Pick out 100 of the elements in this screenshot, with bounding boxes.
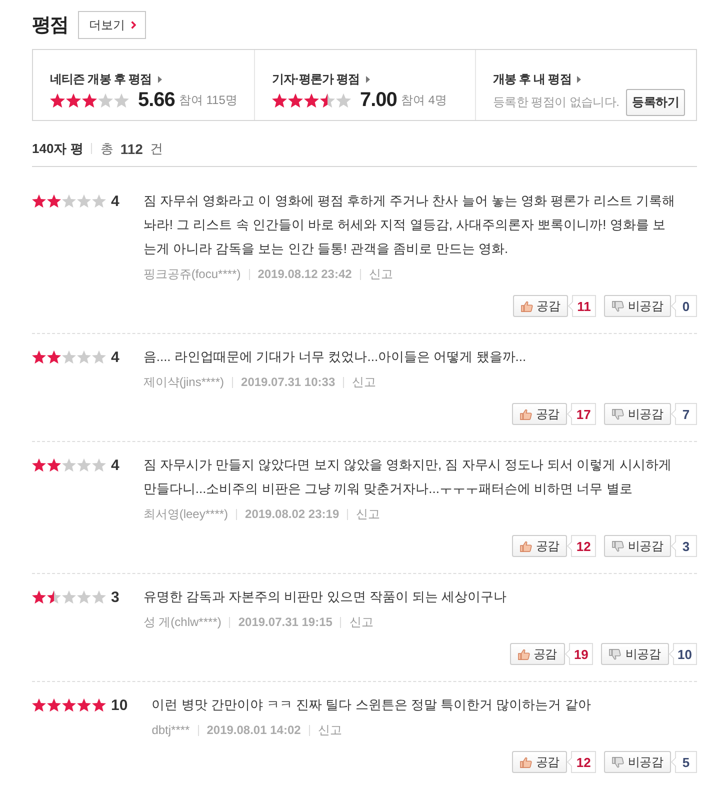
thumbs-down-icon	[612, 408, 624, 420]
agree-count: 17	[567, 403, 596, 425]
star-icon	[62, 350, 76, 364]
review-date: 2019.07.31 10:33	[241, 375, 336, 389]
star-icon	[62, 194, 76, 208]
star-icon	[77, 590, 91, 604]
disagree-count: 7	[671, 403, 697, 425]
review-author: 성 게(chlw****)	[143, 614, 222, 630]
review-text: 짐 자무시가 만들지 않았다면 보지 않았을 영화지만, 짐 자무시 정도나 되서 이렇게 시시하게 만들다니...소비주의 비판은 그냥 끼워 맞춘거자나...ㅜㅜㅜ패터슨에 비하면 너무 별로	[143, 456, 672, 498]
star-icon	[304, 92, 319, 108]
star-icon	[32, 350, 46, 364]
star-icon	[320, 92, 335, 108]
disagree-button[interactable]: 비공감	[604, 751, 671, 773]
thumbs-up-icon	[520, 540, 532, 552]
star-icon	[66, 92, 81, 108]
star-icon	[77, 350, 91, 364]
average-score: 7.00	[360, 88, 397, 112]
caret-right-icon	[158, 76, 162, 83]
star-icon	[336, 92, 351, 108]
disagree-button[interactable]: 비공감	[604, 535, 671, 557]
thumbs-up-icon	[520, 756, 532, 768]
thumbs-down-icon	[609, 648, 622, 660]
rating-title-link[interactable]: 네티즌 개봉 후 평점	[50, 72, 162, 87]
agree-button[interactable]: 공감	[512, 403, 568, 425]
disagree-button[interactable]: 비공감	[604, 403, 671, 425]
star-icon	[77, 458, 91, 472]
star-icon	[32, 590, 46, 604]
star-icon	[288, 92, 303, 108]
review-author: 제이샥(jins****)	[143, 374, 224, 390]
review-score: 3	[111, 588, 120, 606]
review-text: 유명한 감독과 자본주의 비판만 있으면 작품이 되는 세상이구나	[143, 588, 508, 606]
star-icon	[92, 698, 106, 712]
star-icon	[32, 458, 46, 472]
disagree-count: 0	[671, 295, 697, 317]
average-score: 5.66	[138, 88, 175, 112]
star-icon	[32, 194, 46, 208]
section-title: 평점	[32, 14, 68, 38]
total-suffix: 건	[150, 140, 163, 158]
thumbs-up-icon	[520, 408, 532, 420]
total-prefix: 총	[100, 140, 114, 158]
star-icon	[272, 92, 287, 108]
star-icon	[77, 698, 91, 712]
participant-count: 참여 4명	[400, 92, 447, 108]
thumbs-up-icon	[518, 648, 530, 660]
star-icon	[50, 92, 65, 108]
thumbs-down-icon	[612, 756, 624, 768]
review-text: 짐 자무쉬 영화라고 이 영화에 평점 후하게 주거나 찬사 늘어 놓는 영화 평론가 리스트 기록해 놔라! 그 리스트 속 인간들이 바로 허세와 지적 열등감, 사대주의론자 뽀록이니까! 영화를 보는게 아니라 감독을 보는 인간 들통! 관객을 좀비로 만드는 영화.	[143, 192, 676, 258]
star-icon	[47, 458, 61, 472]
participant-count: 참여 115명	[178, 92, 238, 108]
star-icon	[47, 590, 61, 604]
thumbs-up-icon	[520, 300, 533, 312]
rating-title-link[interactable]: 개봉 후 내 평점	[493, 72, 582, 87]
agree-count: 11	[568, 295, 596, 317]
review-text: 음.... 라인업때문에 기대가 너무 컸었나...아이들은 어떻게 됐을까...	[143, 348, 528, 366]
review-score: 4	[111, 348, 120, 366]
star-icon	[47, 350, 61, 364]
review-score: 4	[111, 192, 120, 210]
agree-button[interactable]: 공감	[512, 751, 568, 773]
agree-count: 19	[564, 643, 594, 665]
disagree-button[interactable]: 비공감	[604, 295, 671, 317]
star-icon	[32, 698, 46, 712]
review-date: 2019.08.02 23:19	[245, 507, 340, 521]
thumbs-down-icon	[612, 540, 624, 552]
star-icon	[62, 458, 76, 472]
agree-button[interactable]: 공감	[512, 295, 568, 317]
star-icon	[47, 698, 61, 712]
review-score: 4	[111, 456, 120, 474]
agree-count: 12	[567, 535, 596, 557]
register-button[interactable]: 등록하기	[626, 89, 685, 116]
star-icon	[77, 194, 91, 208]
thumbs-down-icon	[612, 300, 624, 312]
agree-button[interactable]: 공감	[510, 643, 565, 665]
star-icon	[62, 698, 76, 712]
review-text: 이런 병맛 간만이야 ㅋㅋ 진짜 틸다 스윈튼은 정말 특이한거 많이하는거 같아	[152, 696, 592, 714]
agree-button[interactable]: 공감	[512, 535, 568, 557]
total-count: 112	[120, 140, 143, 156]
review-date: 2019.08.12 23:42	[258, 267, 352, 281]
disagree-count: 3	[671, 535, 697, 557]
star-icon	[92, 590, 106, 604]
disagree-button[interactable]: 비공감	[601, 643, 669, 665]
star-icon	[114, 92, 129, 108]
star-icon	[92, 350, 106, 364]
star-icon	[92, 194, 106, 208]
review-date: 2019.08.01 14:02	[206, 723, 301, 737]
review-score: 10	[111, 696, 128, 714]
agree-count: 12	[567, 751, 596, 773]
review-author: 핑크공쥬(focu****)	[143, 266, 241, 282]
no-rating-message: 등록한 평점이 없습니다.	[493, 94, 620, 111]
disagree-count: 10	[668, 643, 697, 665]
star-icon	[98, 92, 113, 108]
star-icon	[92, 458, 106, 472]
caret-right-icon	[577, 76, 582, 83]
star-icon	[62, 590, 76, 604]
star-icon	[82, 92, 97, 108]
disagree-count: 5	[671, 751, 697, 773]
review-author: 최서영(leey****)	[143, 506, 228, 522]
caret-right-icon	[366, 76, 370, 83]
star-icon	[47, 194, 61, 208]
more-button[interactable]: 더보기	[78, 11, 146, 39]
rating-title-link[interactable]: 기자·평론가 평점	[272, 72, 370, 87]
